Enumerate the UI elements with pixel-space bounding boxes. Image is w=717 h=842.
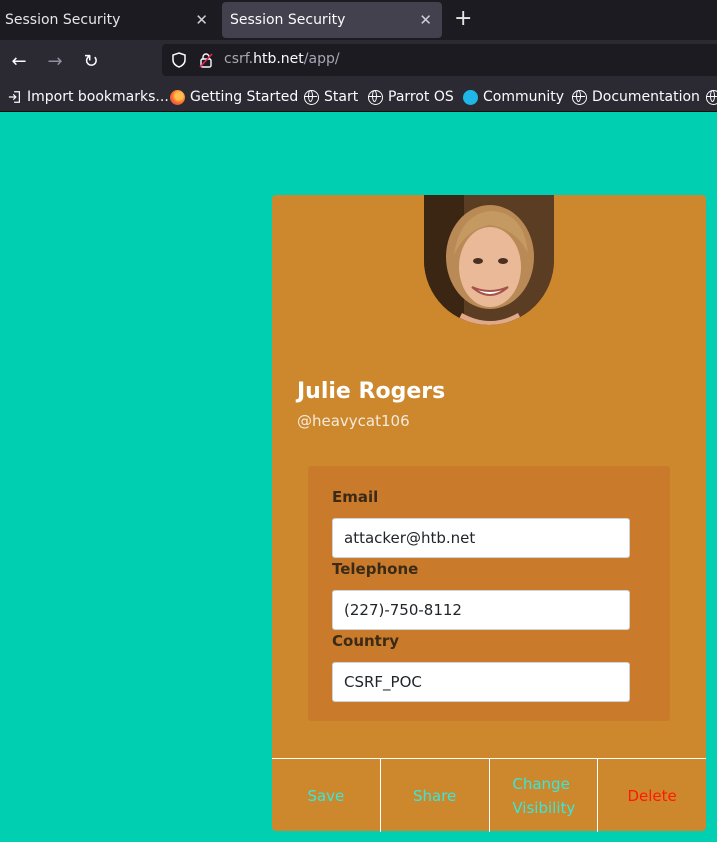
firefox-icon <box>170 89 185 105</box>
bookmark-label: Import bookmarks... <box>27 89 169 105</box>
profile-details-panel: Email Telephone Country <box>308 466 670 721</box>
reload-icon[interactable]: ↻ <box>78 48 104 74</box>
tab-title: Session Security <box>5 12 121 28</box>
bookmark-import[interactable]: Import bookmarks... <box>8 87 169 107</box>
delete-button[interactable]: Delete <box>598 759 706 832</box>
globe-icon <box>706 89 717 105</box>
bookmarks-overflow[interactable] <box>706 87 717 107</box>
tab-title: Session Security <box>230 12 346 28</box>
tab-session-security-2[interactable]: Session Security ✕ <box>222 2 442 38</box>
close-icon[interactable]: ✕ <box>419 11 432 29</box>
tab-session-security-1[interactable]: Session Security ✕ <box>0 2 218 38</box>
profile-photo <box>424 195 554 325</box>
shield-icon[interactable] <box>171 52 187 68</box>
save-button[interactable]: Save <box>272 759 381 832</box>
change-visibility-button[interactable]: Change Visibility <box>490 759 599 832</box>
tab-strip: Session Security ✕ Session Security ✕ + <box>0 0 717 40</box>
bookmark-label: Community <box>483 89 565 105</box>
back-icon[interactable]: ← <box>6 48 32 74</box>
email-label: Email <box>332 488 379 506</box>
parrot-icon <box>463 89 478 105</box>
new-tab-icon[interactable]: + <box>454 6 472 32</box>
navigation-toolbar: ← → ↻ csrf.htb.net/app/ <box>0 40 717 82</box>
bookmark-label: Start <box>324 89 359 105</box>
bookmark-label: Documentation <box>592 89 700 105</box>
url-subdomain: csrf. <box>224 51 254 67</box>
country-field[interactable] <box>332 662 630 702</box>
email-field[interactable] <box>332 518 630 558</box>
bookmark-documentation[interactable]: Documentation <box>572 87 700 107</box>
url-path: /app/ <box>303 51 340 67</box>
profile-actions: Save Share Change Visibility Delete <box>272 758 706 832</box>
bookmark-parrot-os[interactable]: Parrot OS <box>368 87 454 107</box>
forward-icon[interactable]: → <box>42 48 68 74</box>
import-icon <box>8 91 20 103</box>
close-icon[interactable]: ✕ <box>195 11 208 29</box>
globe-icon <box>572 89 587 105</box>
insecure-lock-icon[interactable] <box>198 52 214 68</box>
change-visibility-label: Change Visibility <box>512 774 576 817</box>
bookmark-start[interactable]: Start <box>304 87 358 107</box>
share-button[interactable]: Share <box>381 759 490 832</box>
profile-card: Julie Rogers @heavycat106 Email Telephon… <box>272 195 706 832</box>
url-text[interactable]: csrf.htb.net/app/ <box>224 51 340 67</box>
bookmark-community[interactable]: Community <box>463 87 564 107</box>
globe-icon <box>368 89 383 105</box>
avatar <box>424 195 554 325</box>
telephone-field[interactable] <box>332 590 630 630</box>
globe-icon <box>304 89 319 105</box>
profile-handle: @heavycat106 <box>297 412 410 430</box>
profile-name: Julie Rogers <box>297 379 446 404</box>
telephone-label: Telephone <box>332 560 419 578</box>
bookmark-getting-started[interactable]: Getting Started <box>170 87 298 107</box>
bookmark-label: Parrot OS <box>388 89 454 105</box>
url-domain: htb.net <box>253 51 304 67</box>
address-bar[interactable]: csrf.htb.net/app/ <box>162 44 717 76</box>
bookmark-label: Getting Started <box>190 89 299 105</box>
country-label: Country <box>332 632 400 650</box>
bookmarks-toolbar: Import bookmarks... Getting Started Star… <box>0 82 717 112</box>
